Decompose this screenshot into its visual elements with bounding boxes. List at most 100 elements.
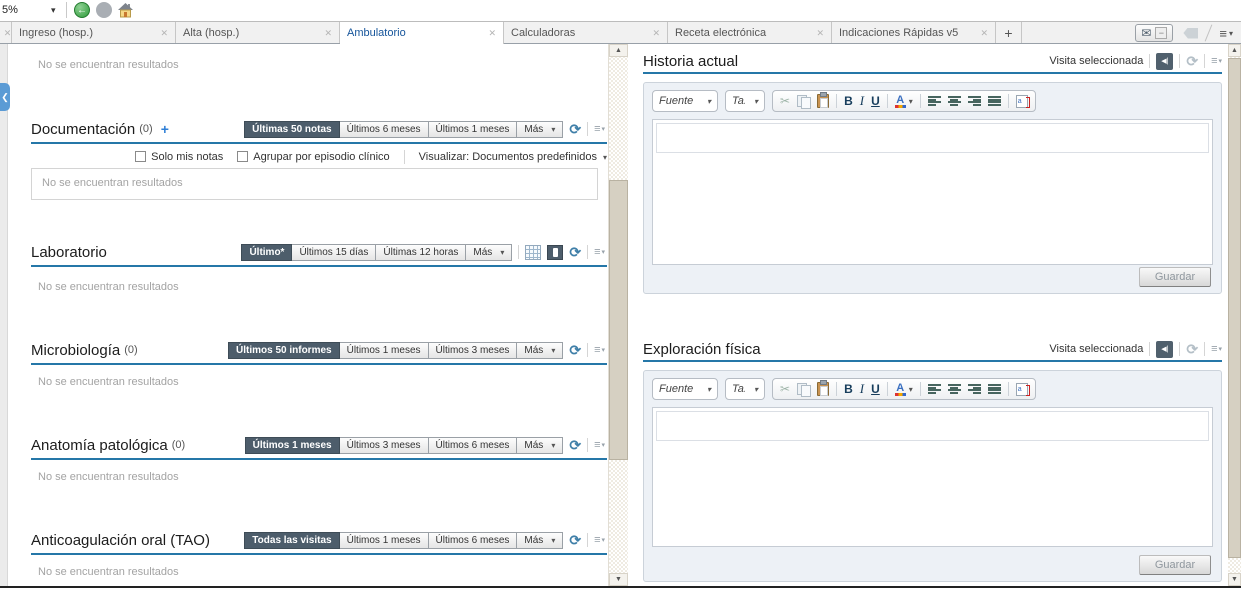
cursor-marker-icon[interactable]: a xyxy=(1016,95,1028,108)
filter-button[interactable]: Últimas 12 horas xyxy=(376,244,466,261)
filter-button[interactable]: Últimos 3 meses xyxy=(340,437,429,454)
more-filter-dropdown[interactable]: Más ▾ xyxy=(466,244,512,261)
more-filter-dropdown[interactable]: Más ▾ xyxy=(517,532,563,549)
right-panel-scrollbar[interactable]: ▲ ▼ xyxy=(1228,44,1241,586)
cursor-marker-icon[interactable]: a xyxy=(1016,383,1028,396)
align-center-icon[interactable] xyxy=(948,96,961,106)
bold-button[interactable]: B xyxy=(844,382,853,396)
refresh-icon[interactable]: ⟳ xyxy=(569,343,581,357)
filter-button-active[interactable]: Últimos 1 meses xyxy=(245,437,340,454)
save-button[interactable]: Guardar xyxy=(1139,555,1211,575)
save-button[interactable]: Guardar xyxy=(1139,267,1211,287)
messages-button[interactable]: ✉ − xyxy=(1135,24,1173,42)
new-tab-button[interactable]: + xyxy=(996,22,1022,44)
filter-button[interactable]: Últimos 6 meses xyxy=(340,121,429,138)
rich-text-area[interactable] xyxy=(652,119,1213,265)
add-icon[interactable]: + xyxy=(161,121,169,137)
cut-icon[interactable]: ✂ xyxy=(780,382,790,396)
close-icon[interactable]: ✕ xyxy=(652,28,660,39)
section-menu-button[interactable]: ≡ ▾ xyxy=(594,534,605,546)
more-filter-dropdown[interactable]: Más ▾ xyxy=(517,121,563,138)
collapse-visit-icon[interactable]: ◀| xyxy=(1156,53,1173,70)
italic-button[interactable]: I xyxy=(860,381,864,397)
underline-button[interactable]: U xyxy=(871,94,880,108)
agrupar-episodio-option[interactable]: Agrupar por episodio clínico xyxy=(237,151,389,163)
section-menu-button[interactable]: ≡ ▾ xyxy=(1211,343,1222,355)
more-filter-dropdown[interactable]: Más ▾ xyxy=(517,342,563,359)
scroll-up-icon[interactable]: ▲ xyxy=(1228,44,1241,57)
bold-button[interactable]: B xyxy=(844,94,853,108)
align-left-icon[interactable] xyxy=(928,384,941,394)
tab-stub[interactable]: ✕ xyxy=(0,22,12,44)
filter-button-active[interactable]: Últimas 50 notas xyxy=(244,121,339,138)
filter-button[interactable]: Últimos 1 meses xyxy=(429,121,518,138)
filter-button[interactable]: Últimos 3 meses xyxy=(429,342,518,359)
italic-button[interactable]: I xyxy=(860,93,864,109)
filter-button[interactable]: Últimos 1 meses xyxy=(340,532,429,549)
cut-icon[interactable]: ✂ xyxy=(780,94,790,108)
refresh-icon[interactable]: ⟳ xyxy=(569,122,581,136)
close-icon[interactable]: ✕ xyxy=(488,28,496,39)
tab-ingreso-hosp[interactable]: Ingreso (hosp.) ✕ xyxy=(12,22,176,44)
zoom-level-value[interactable]: 5% xyxy=(2,4,18,16)
rich-text-area[interactable] xyxy=(652,407,1213,547)
close-icon[interactable]: ✕ xyxy=(324,28,332,39)
section-menu-button[interactable]: ≡ ▾ xyxy=(594,344,605,356)
grid-view-icon[interactable] xyxy=(525,245,541,260)
refresh-icon[interactable]: ⟳ xyxy=(569,533,581,547)
section-menu-button[interactable]: ≡ ▾ xyxy=(594,439,605,451)
align-left-icon[interactable] xyxy=(928,96,941,106)
tab-calculadoras[interactable]: Calculadoras ✕ xyxy=(504,22,668,44)
solo-mis-notas-option[interactable]: Solo mis notas xyxy=(135,151,223,163)
refresh-icon[interactable]: ⟳ xyxy=(1186,342,1198,356)
column-view-icon[interactable] xyxy=(547,245,563,260)
align-right-icon[interactable] xyxy=(968,96,981,106)
tab-ambulatorio[interactable]: Ambulatorio ✕ xyxy=(340,22,504,44)
filter-button[interactable]: Últimos 1 meses xyxy=(340,342,429,359)
scrollbar-thumb[interactable] xyxy=(1228,58,1241,558)
editor-first-line[interactable] xyxy=(656,123,1209,153)
refresh-icon[interactable]: ⟳ xyxy=(569,438,581,452)
filter-button-active[interactable]: Todas las visitas xyxy=(244,532,339,549)
font-family-dropdown[interactable]: Fuente ▾ xyxy=(652,90,718,112)
refresh-icon[interactable]: ⟳ xyxy=(569,245,581,259)
filter-button-active[interactable]: Último* xyxy=(241,244,292,261)
tab-alta-hosp[interactable]: Alta (hosp.) ✕ xyxy=(176,22,340,44)
checkbox[interactable] xyxy=(135,151,146,162)
back-button[interactable]: ← xyxy=(74,2,90,18)
align-justify-icon[interactable] xyxy=(988,384,1001,394)
tab-menu-button[interactable]: ≡ ▾ xyxy=(1219,26,1233,41)
tab-receta-electronica[interactable]: Receta electrónica ✕ xyxy=(668,22,832,44)
minimize-icon[interactable]: − xyxy=(1155,27,1167,39)
align-right-icon[interactable] xyxy=(968,384,981,394)
left-panel-scrollbar[interactable]: ▲ ▼ xyxy=(608,44,628,586)
panel-collapse-handle[interactable]: ❮ xyxy=(0,83,10,111)
scrollbar-thumb[interactable] xyxy=(609,180,628,460)
section-menu-button[interactable]: ≡ ▾ xyxy=(594,246,605,258)
font-color-button[interactable]: A ▾ xyxy=(895,383,913,396)
tag-icon[interactable] xyxy=(1183,28,1198,39)
copy-icon[interactable] xyxy=(797,383,810,396)
filter-button-active[interactable]: Últimos 50 informes xyxy=(228,342,340,359)
align-justify-icon[interactable] xyxy=(988,96,1001,106)
copy-icon[interactable] xyxy=(797,95,810,108)
close-icon[interactable]: ✕ xyxy=(160,28,168,39)
paste-icon[interactable] xyxy=(817,94,829,108)
close-icon[interactable]: ✕ xyxy=(816,28,824,39)
scroll-up-icon[interactable]: ▲ xyxy=(609,44,628,57)
editor-first-line[interactable] xyxy=(656,411,1209,441)
font-color-button[interactable]: A ▾ xyxy=(895,95,913,108)
section-menu-button[interactable]: ≡ ▾ xyxy=(594,123,605,135)
scroll-down-icon[interactable]: ▼ xyxy=(609,573,628,586)
font-family-dropdown[interactable]: Fuente ▾ xyxy=(652,378,718,400)
tab-indicaciones-rapidas[interactable]: Indicaciones Rápidas v5 ✕ xyxy=(832,22,996,44)
filter-button[interactable]: Últimos 15 días xyxy=(292,244,376,261)
visualizar-dropdown[interactable]: Visualizar: Documentos predefinidos ▾ xyxy=(419,151,607,163)
filter-button[interactable]: Últimos 6 meses xyxy=(429,437,518,454)
refresh-icon[interactable]: ⟳ xyxy=(1186,54,1198,68)
filter-button[interactable]: Últimos 6 meses xyxy=(429,532,518,549)
checkbox[interactable] xyxy=(237,151,248,162)
forward-button[interactable] xyxy=(96,2,112,18)
close-icon[interactable]: ✕ xyxy=(4,28,12,39)
paste-icon[interactable] xyxy=(817,382,829,396)
